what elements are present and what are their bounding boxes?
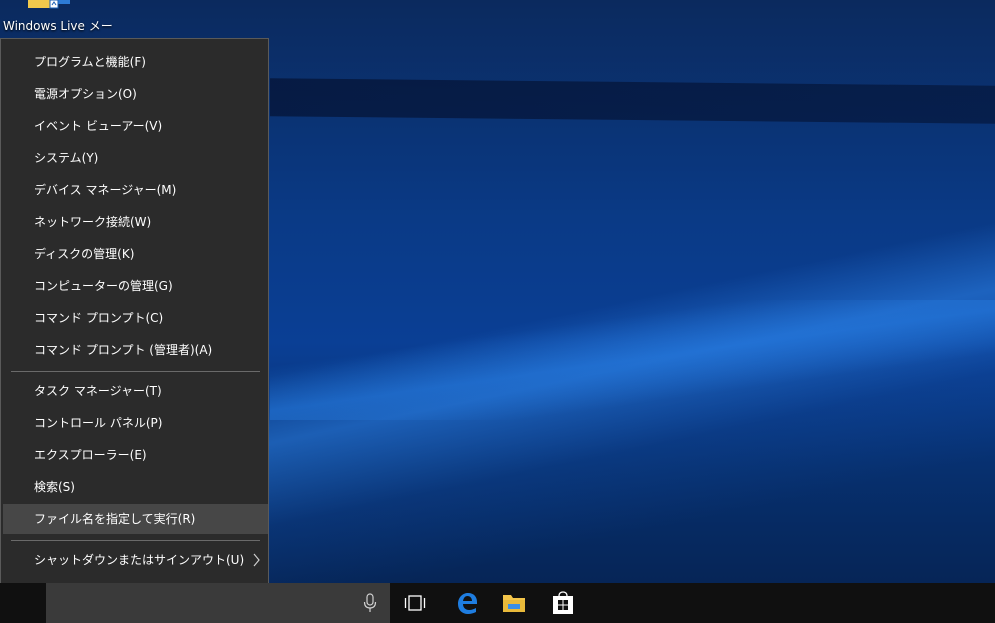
menu-item-file-explorer[interactable]: エクスプローラー(E): [3, 440, 268, 470]
menu-item-programs-features[interactable]: プログラムと機能(F): [3, 47, 268, 77]
menu-separator: [11, 371, 260, 372]
desktop-icon-label: Windows Live メー: [3, 19, 113, 33]
task-view-icon[interactable]: [404, 594, 426, 612]
menu-item-control-panel[interactable]: コントロール パネル(P): [3, 408, 268, 438]
menu-item-command-prompt[interactable]: コマンド プロンプト(C): [3, 303, 268, 333]
wallpaper-glow: [270, 300, 995, 420]
store-icon[interactable]: [552, 591, 574, 615]
file-explorer-icon[interactable]: [502, 592, 526, 614]
menu-item-system[interactable]: システム(Y): [3, 143, 268, 173]
edge-icon[interactable]: [455, 591, 479, 615]
menu-item-label: シャットダウンまたはサインアウト(U): [34, 553, 245, 567]
menu-item-computer-management[interactable]: コンピューターの管理(G): [3, 271, 268, 301]
menu-item-network-connections[interactable]: ネットワーク接続(W): [3, 207, 268, 237]
mail-app-icon: [28, 0, 70, 9]
menu-item-task-manager[interactable]: タスク マネージャー(T): [3, 376, 268, 406]
menu-item-run[interactable]: ファイル名を指定して実行(R): [3, 504, 268, 534]
menu-item-disk-management[interactable]: ディスクの管理(K): [3, 239, 268, 269]
menu-item-device-manager[interactable]: デバイス マネージャー(M): [3, 175, 268, 205]
menu-separator: [11, 540, 260, 541]
menu-item-search[interactable]: 検索(S): [3, 472, 268, 502]
menu-item-event-viewer[interactable]: イベント ビューアー(V): [3, 111, 268, 141]
wallpaper-light-band: [270, 78, 995, 124]
menu-item-shutdown-signout[interactable]: シャットダウンまたはサインアウト(U): [3, 545, 268, 575]
desktop-shortcut-windows-live-mail[interactable]: Windows Live メー: [0, 0, 113, 38]
winx-context-menu: プログラムと機能(F) 電源オプション(O) イベント ビューアー(V) システ…: [0, 38, 269, 617]
chevron-right-icon: [253, 553, 260, 567]
menu-item-command-prompt-admin[interactable]: コマンド プロンプト (管理者)(A): [3, 335, 268, 365]
microphone-icon[interactable]: [362, 593, 378, 613]
menu-item-power-options[interactable]: 電源オプション(O): [3, 79, 268, 109]
taskbar-search-box[interactable]: [46, 583, 390, 623]
